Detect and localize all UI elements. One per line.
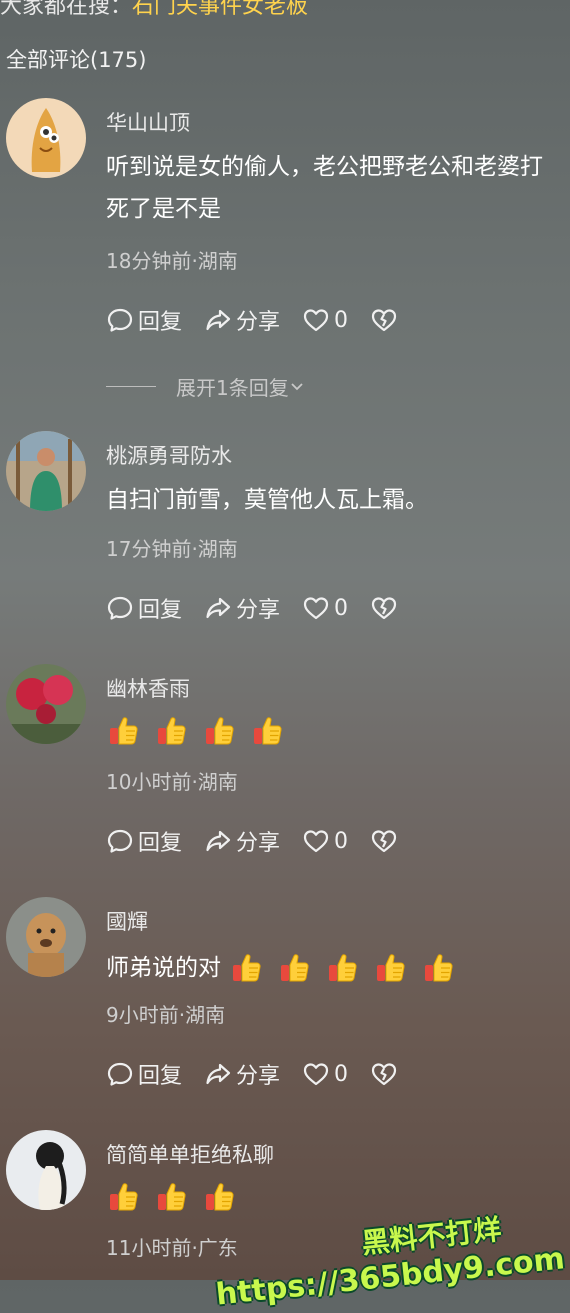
- broken-heart-icon: [370, 827, 398, 855]
- like-count: 0: [334, 1061, 349, 1087]
- share-label: 分享: [236, 1064, 281, 1089]
- thumbs-up-icon: [229, 951, 263, 985]
- share-icon: [204, 306, 232, 334]
- share-icon: [204, 1060, 232, 1088]
- heart-icon: [302, 827, 330, 855]
- broken-heart-icon: [370, 594, 398, 622]
- thumbs-up-icon: [106, 1180, 140, 1214]
- share-label: 分享: [236, 831, 281, 856]
- like-button[interactable]: 0: [302, 827, 348, 855]
- heart-icon: [302, 1060, 330, 1088]
- thumbs-up-icon: [277, 951, 311, 985]
- username[interactable]: 简简单单拒绝私聊: [106, 1139, 274, 1169]
- emoji-row: [229, 951, 455, 985]
- expand-replies-button[interactable]: 展开1条回复: [106, 372, 305, 401]
- heart-icon: [302, 306, 330, 334]
- share-button[interactable]: 分享: [204, 1058, 280, 1090]
- comment-emoji-text: [106, 714, 570, 748]
- share-icon: [204, 827, 232, 855]
- comment-actions: 回复 分享 0: [106, 824, 420, 858]
- thumbs-up-icon: [154, 714, 188, 748]
- dislike-button[interactable]: [370, 827, 398, 855]
- user-avatar[interactable]: [6, 664, 86, 744]
- share-button[interactable]: 分享: [204, 592, 280, 624]
- thumbs-up-icon: [202, 714, 236, 748]
- thumbs-up-icon: [325, 951, 359, 985]
- like-count: 0: [334, 307, 349, 333]
- reply-button[interactable]: 回复: [106, 304, 182, 336]
- expand-replies-label: 展开1条回复: [176, 376, 289, 400]
- comment-text-line: 自扫门前雪，莫管他人瓦上霜。: [106, 487, 428, 513]
- dislike-button[interactable]: [370, 306, 398, 334]
- comment-time-location: 10小时前·湖南: [106, 770, 238, 794]
- reply-button[interactable]: 回复: [106, 592, 182, 624]
- username[interactable]: 幽林香雨: [106, 673, 190, 703]
- search-suggestion[interactable]: 大家都在搜：石门夫事件女老板: [0, 0, 308, 20]
- thumbs-up-icon: [106, 714, 140, 748]
- reply-label: 回复: [138, 310, 183, 335]
- divider-line: [106, 386, 156, 387]
- share-icon: [204, 594, 232, 622]
- reply-button[interactable]: 回复: [106, 825, 182, 857]
- comment-actions: 回复 分享 0: [106, 1057, 420, 1091]
- chevron-down-icon: [291, 382, 303, 390]
- thumbs-up-icon: [250, 714, 284, 748]
- reply-label: 回复: [138, 598, 183, 623]
- reply-icon: [106, 827, 134, 855]
- like-button[interactable]: 0: [302, 1060, 348, 1088]
- search-suggestion-keyword[interactable]: 石门夫事件女老板: [132, 0, 308, 19]
- comment-item: 华山山顶 听到说是女的偷人，老公把野老公和老婆打 死了是不是 18分钟前·湖南 …: [0, 98, 570, 401]
- comment-text: 师弟说的对: [106, 947, 570, 989]
- comment-actions: 回复 分享 0: [106, 591, 420, 625]
- reply-icon: [106, 594, 134, 622]
- thumbs-up-icon: [154, 1180, 188, 1214]
- user-avatar[interactable]: [6, 897, 86, 977]
- comment-text-line: 师弟说的对: [106, 955, 221, 981]
- comment-count-title: 全部评论(175): [6, 48, 147, 72]
- emoji-row: [106, 714, 570, 748]
- dislike-button[interactable]: [370, 1060, 398, 1088]
- broken-heart-icon: [370, 1060, 398, 1088]
- reply-button[interactable]: 回复: [106, 1058, 182, 1090]
- comment-time-location: 18分钟前·湖南: [106, 249, 238, 273]
- comment-text-line: 死了是不是: [106, 196, 221, 222]
- like-button[interactable]: 0: [302, 306, 348, 334]
- broken-heart-icon: [370, 306, 398, 334]
- thumbs-up-icon: [202, 1180, 236, 1214]
- user-avatar[interactable]: [6, 98, 86, 178]
- username[interactable]: 桃源勇哥防水: [106, 440, 232, 470]
- reply-label: 回复: [138, 1064, 183, 1089]
- thumbs-up-icon: [373, 951, 407, 985]
- share-label: 分享: [236, 598, 281, 623]
- reply-label: 回复: [138, 831, 183, 856]
- dislike-button[interactable]: [370, 594, 398, 622]
- like-count: 0: [334, 595, 349, 621]
- username[interactable]: 华山山顶: [106, 107, 190, 137]
- user-avatar[interactable]: [6, 1130, 86, 1210]
- user-avatar[interactable]: [6, 431, 86, 511]
- comment-text: 听到说是女的偷人，老公把野老公和老婆打 死了是不是: [106, 146, 570, 230]
- share-button[interactable]: 分享: [204, 825, 280, 857]
- comment-time-location: 9小时前·湖南: [106, 1003, 226, 1027]
- username[interactable]: 國輝: [106, 906, 148, 936]
- thumbs-up-icon: [421, 951, 455, 985]
- comment-text-line: 听到说是女的偷人，老公把野老公和老婆打: [106, 154, 543, 180]
- search-suggestion-prefix: 大家都在搜：: [0, 0, 133, 19]
- comment-text: 自扫门前雪，莫管他人瓦上霜。: [106, 479, 570, 521]
- like-button[interactable]: 0: [302, 594, 348, 622]
- share-button[interactable]: 分享: [204, 304, 280, 336]
- reply-icon: [106, 306, 134, 334]
- heart-icon: [302, 594, 330, 622]
- share-label: 分享: [236, 310, 281, 335]
- like-count: 0: [334, 828, 349, 854]
- comment-actions: 回复 分享 0: [106, 303, 420, 337]
- comment-time-location: 17分钟前·湖南: [106, 537, 238, 561]
- reply-icon: [106, 1060, 134, 1088]
